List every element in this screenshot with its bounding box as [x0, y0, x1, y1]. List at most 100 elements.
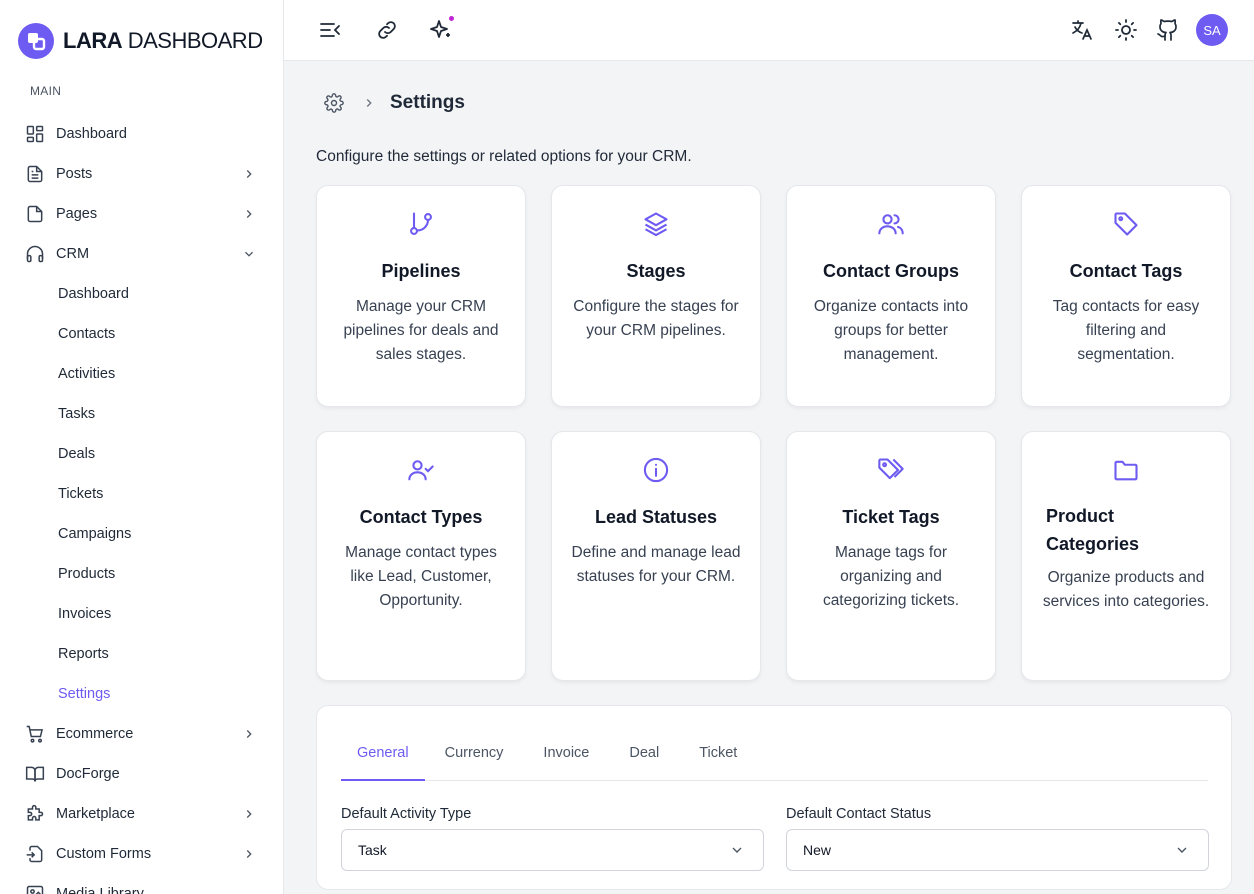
chevron-down-icon: [1177, 847, 1187, 853]
card-contact-types[interactable]: Contact Types Manage contact types like …: [316, 431, 526, 681]
sidebar-item-label: Pages: [56, 206, 98, 222]
selected-value: Task: [358, 842, 387, 858]
sidebar-subitem-settings[interactable]: Settings: [0, 674, 283, 714]
section-label-main: MAIN: [30, 84, 62, 98]
card-title: Lead Statuses: [594, 507, 718, 527]
sidebar-item-label: Marketplace: [56, 806, 135, 822]
sun-icon[interactable]: [1114, 18, 1138, 42]
sidebar-item-media-library[interactable]: Media Library: [0, 874, 283, 894]
layers-icon: [644, 212, 668, 237]
collapse-sidebar-icon[interactable]: [318, 18, 342, 42]
tab-currency[interactable]: Currency: [425, 734, 524, 781]
card-contact-tags[interactable]: Contact Tags Tag contacts for easy filte…: [1021, 185, 1231, 407]
file-text-icon: [27, 165, 43, 183]
card-stages[interactable]: Stages Configure the stages for your CRM…: [551, 185, 761, 407]
sidebar-item-marketplace[interactable]: Marketplace: [0, 794, 283, 834]
card-title: Pipelines: [381, 261, 461, 281]
sidebar-item-label: Media Library: [56, 886, 144, 894]
file-input-icon: [26, 845, 43, 863]
breadcrumb: Settings: [324, 91, 465, 115]
sidebar-subitem-invoices[interactable]: Invoices: [0, 594, 283, 634]
sidebar-item-crm[interactable]: CRM: [0, 234, 283, 274]
sparkles-icon[interactable]: [429, 15, 455, 42]
folder-icon: [1114, 460, 1138, 481]
card-title: Ticket Tags: [842, 507, 940, 527]
card-lead-statuses[interactable]: Lead Statuses Define and manage lead sta…: [551, 431, 761, 681]
card-title: Contact Types: [359, 507, 483, 527]
sidebar-item-label: Custom Forms: [56, 846, 152, 862]
tag-icon: [1114, 212, 1138, 236]
tab-invoice[interactable]: Invoice: [523, 734, 609, 781]
page-description: Configure the settings or related option…: [316, 148, 692, 165]
card-pipelines[interactable]: Pipelines Manage your CRM pipelines for …: [316, 185, 526, 407]
link-icon[interactable]: [375, 18, 399, 42]
sidebar-item-ecommerce[interactable]: Ecommerce: [0, 714, 283, 754]
brand[interactable]: LARA DASHBOARD: [18, 21, 263, 61]
gear-icon[interactable]: [324, 93, 344, 113]
layout-grid-icon: [26, 125, 44, 143]
chevron-down-icon: [732, 847, 742, 853]
topbar: SA: [284, 0, 1254, 61]
sidebar-subitem-activities[interactable]: Activities: [0, 354, 283, 394]
card-title: Contact Tags: [1069, 261, 1183, 281]
info-icon: [643, 457, 669, 483]
card-product-categories[interactable]: Product Categories Organize products and…: [1021, 431, 1231, 681]
card-description: Manage your CRM pipelines for deals and …: [343, 298, 499, 363]
git-branch-icon: [410, 212, 432, 235]
sidebar-item-label: Posts: [56, 166, 93, 182]
chevron-right-icon: [366, 99, 372, 107]
sidebar-subitem-crm-dashboard[interactable]: Dashboard: [0, 274, 283, 314]
user-avatar[interactable]: SA: [1196, 14, 1228, 46]
book-open-icon: [25, 766, 45, 782]
sidebar-subitem-tasks[interactable]: Tasks: [0, 394, 283, 434]
chevron-right-icon: [246, 850, 252, 858]
translate-icon[interactable]: [1070, 18, 1094, 42]
card-ticket-tags[interactable]: Ticket Tags Manage tags for organizing a…: [786, 431, 996, 681]
card-description: Define and manage lead statuses for your…: [571, 544, 741, 585]
chevron-right-icon: [246, 810, 252, 818]
sidebar-subitem-tickets[interactable]: Tickets: [0, 474, 283, 514]
tab-general[interactable]: General: [341, 734, 425, 781]
tab-deal[interactable]: Deal: [609, 734, 679, 781]
sidebar-item-label: Ecommerce: [56, 726, 134, 742]
card-description: Organize products and services into cate…: [1042, 569, 1210, 610]
image-icon: [26, 885, 44, 894]
sidebar-subitem-campaigns[interactable]: Campaigns: [0, 514, 283, 554]
shopping-cart-icon: [26, 725, 44, 743]
sidebar-item-label: DocForge: [56, 766, 120, 782]
user-check-icon: [408, 460, 434, 481]
sidebar-item-label: CRM: [56, 246, 90, 262]
sidebar-subitem-products[interactable]: Products: [0, 554, 283, 594]
brand-name: LARA DASHBOARD: [63, 28, 263, 53]
default-activity-type-select[interactable]: Task: [341, 829, 764, 871]
card-description: Tag contacts for easy filtering and segm…: [1052, 298, 1200, 363]
settings-panel: General Currency Invoice Deal Ticket Def…: [316, 705, 1232, 890]
card-contact-groups[interactable]: Contact Groups Organize contacts into gr…: [786, 185, 996, 407]
card-description: Configure the stages for your CRM pipeli…: [573, 298, 739, 339]
sidebar-item-label: Dashboard: [56, 126, 127, 142]
card-description: Organize contacts into groups for better…: [813, 298, 969, 363]
sidebar-item-pages[interactable]: Pages: [0, 194, 283, 234]
sidebar-item-custom-forms[interactable]: Custom Forms: [0, 834, 283, 874]
sidebar-subitem-contacts[interactable]: Contacts: [0, 314, 283, 354]
github-icon[interactable]: [1156, 18, 1180, 42]
chevron-right-icon: [246, 170, 252, 178]
sidebar-item-posts[interactable]: Posts: [0, 154, 283, 194]
puzzle-icon: [27, 804, 44, 821]
settings-tabs: General Currency Invoice Deal Ticket: [341, 734, 1208, 781]
card-description: Manage contact types like Lead, Customer…: [345, 544, 497, 609]
sidebar-subitem-reports[interactable]: Reports: [0, 634, 283, 674]
tab-ticket[interactable]: Ticket: [679, 734, 757, 781]
notification-dot: [448, 15, 455, 22]
sidebar-item-docforge[interactable]: DocForge: [0, 754, 283, 794]
default-activity-type-label: Default Activity Type: [341, 806, 472, 822]
sidebar-nav: Dashboard Posts Pages CRM Dashboard Cont…: [0, 114, 283, 894]
chevron-down-icon: [245, 251, 253, 257]
sidebar-subitem-deals[interactable]: Deals: [0, 434, 283, 474]
default-contact-status-select[interactable]: New: [786, 829, 1209, 871]
headphones-icon: [26, 245, 44, 263]
page-title: Settings: [390, 92, 465, 113]
chevron-right-icon: [246, 730, 252, 738]
sidebar-item-dashboard[interactable]: Dashboard: [0, 114, 283, 154]
card-title: Contact Groups: [822, 261, 959, 281]
